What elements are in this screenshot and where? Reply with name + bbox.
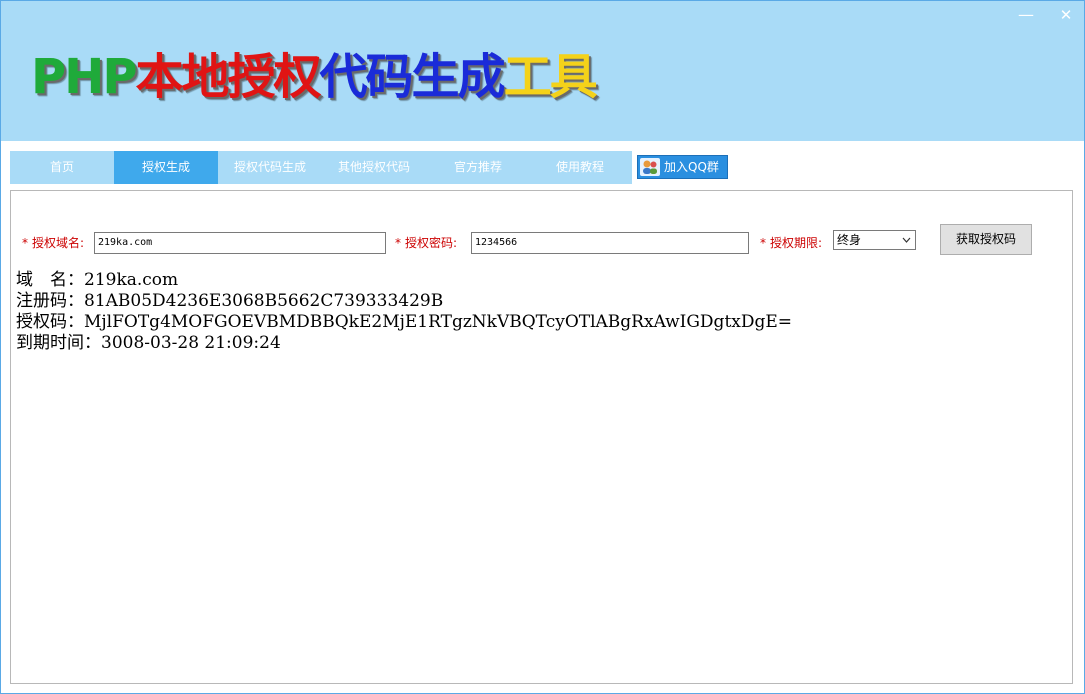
chevron-down-icon [902, 231, 911, 256]
domain-label-text: 授权域名: [32, 236, 85, 250]
period-label-text: 授权期限: [770, 236, 823, 250]
logo-text-local-auth: 本地授权 [135, 49, 322, 105]
domain-input[interactable]: 219ka.com [94, 232, 386, 254]
qq-group-icon [640, 158, 660, 176]
app-logo: PHP本地授权代码生成工具 [31, 47, 598, 107]
period-label: * 授权期限: [760, 236, 822, 250]
nav-item-other-auth-code[interactable]: 其他授权代码 [322, 151, 426, 184]
period-select[interactable]: 终身 [833, 230, 916, 250]
close-button[interactable]: ✕ [1052, 5, 1080, 25]
nav-item-auth-code-generate[interactable]: 授权代码生成 [218, 151, 322, 184]
password-label: * 授权密码: [395, 236, 457, 250]
password-input[interactable]: 1234566 [471, 232, 749, 254]
result-authcode-label: 授权码： [16, 312, 84, 332]
required-marker: * [395, 236, 401, 250]
result-domain-label: 域 名： [16, 270, 84, 290]
result-expiry-label: 到期时间： [16, 333, 101, 353]
nav-item-auth-generate[interactable]: 授权生成 [114, 151, 218, 184]
required-marker: * [22, 236, 28, 250]
get-auth-code-button[interactable]: 获取授权码 [940, 224, 1032, 255]
result-authcode-row: 授权码：MjlFOTg4MOFGOEVBMDBBQkE2MjE1RTgzNkVB… [16, 312, 792, 333]
logo-text-code-gen: 代码生成 [319, 49, 506, 105]
result-expiry-row: 到期时间：3008-03-28 21:09:24 [16, 333, 792, 354]
join-qq-group-button[interactable]: 加入QQ群 [637, 155, 728, 179]
result-domain-row: 域 名：219ka.com [16, 270, 792, 291]
header-banner: — ✕ PHP本地授权代码生成工具 [1, 1, 1084, 141]
result-output: 域 名：219ka.com 注册码：81AB05D4236E3068B5662C… [16, 270, 792, 354]
result-regcode-row: 注册码：81AB05D4236E3068B5662C739333429B [16, 291, 792, 312]
result-expiry-value: 3008-03-28 21:09:24 [101, 333, 281, 353]
nav-item-tutorial[interactable]: 使用教程 [528, 151, 632, 184]
domain-label: * 授权域名: [22, 236, 84, 250]
main-nav: 首页 授权生成 授权代码生成 其他授权代码 官方推荐 使用教程 [10, 151, 632, 184]
nav-item-home[interactable]: 首页 [10, 151, 114, 184]
join-qq-group-label: 加入QQ群 [664, 160, 719, 174]
content-panel [10, 190, 1073, 684]
logo-text-tool: 工具 [503, 49, 598, 105]
nav-item-official-recommend[interactable]: 官方推荐 [426, 151, 530, 184]
result-regcode-value: 81AB05D4236E3068B5662C739333429B [84, 291, 444, 311]
result-domain-value: 219ka.com [84, 270, 179, 290]
result-authcode-value: MjlFOTg4MOFGOEVBMDBBQkE2MjE1RTgzNkVBQTcy… [84, 312, 793, 332]
logo-text-php: PHP [31, 49, 138, 105]
result-regcode-label: 注册码： [16, 291, 84, 311]
password-label-text: 授权密码: [405, 236, 458, 250]
required-marker: * [760, 236, 766, 250]
period-select-value: 终身 [837, 233, 862, 247]
minimize-button[interactable]: — [1012, 5, 1040, 25]
